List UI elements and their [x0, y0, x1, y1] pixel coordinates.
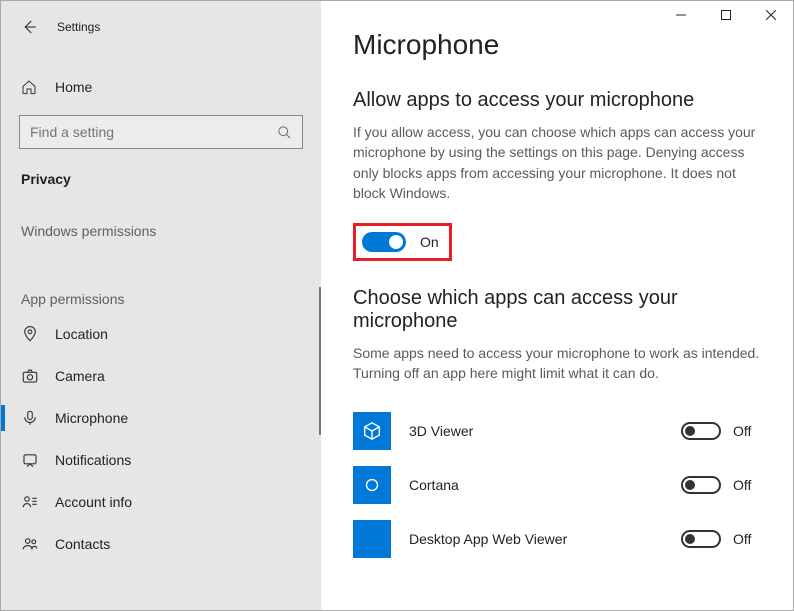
master-toggle[interactable] [362, 232, 406, 252]
contacts-icon [21, 535, 39, 553]
sidebar-group-windows-permissions: Windows permissions [1, 205, 321, 245]
close-button[interactable] [748, 1, 793, 29]
app-icon-3d-viewer [353, 412, 391, 450]
master-toggle-label: On [420, 234, 439, 250]
microphone-icon [21, 409, 39, 427]
app-toggle-label: Off [733, 531, 761, 547]
minimize-button[interactable] [658, 1, 703, 29]
search-input-container[interactable] [19, 115, 303, 149]
sidebar-item-location[interactable]: Location [1, 313, 321, 355]
sidebar-item-label: Location [55, 326, 108, 342]
app-icon-desktop-app-web-viewer [353, 520, 391, 558]
maximize-button[interactable] [703, 1, 748, 29]
search-input[interactable] [30, 124, 277, 140]
app-icon-cortana [353, 466, 391, 504]
app-toggle[interactable] [681, 476, 721, 494]
app-toggle-label: Off [733, 477, 761, 493]
main-content: Microphone Allow apps to access your mic… [321, 1, 793, 610]
allow-heading: Allow apps to access your microphone [353, 89, 761, 112]
sidebar-item-camera[interactable]: Camera [1, 355, 321, 397]
app-row-desktop-app-web-viewer: Desktop App Web Viewer Off [353, 512, 761, 566]
app-name: Desktop App Web Viewer [409, 531, 681, 547]
sidebar-item-label: Contacts [55, 536, 110, 552]
app-toggle-label: Off [733, 423, 761, 439]
allow-description: If you allow access, you can choose whic… [353, 122, 761, 203]
app-name: 3D Viewer [409, 423, 681, 439]
sidebar-item-label: Notifications [55, 452, 131, 468]
app-toggle[interactable] [681, 422, 721, 440]
sidebar-item-label: Account info [55, 494, 132, 510]
sidebar-item-account-info[interactable]: Account info [1, 481, 321, 523]
account-info-icon [21, 493, 39, 511]
highlight-box: On [353, 223, 452, 261]
search-icon [277, 125, 292, 140]
sidebar-item-label: Microphone [55, 410, 128, 426]
home-icon [21, 79, 37, 95]
sidebar-section: Privacy [1, 159, 321, 205]
sidebar-item-microphone[interactable]: Microphone [1, 397, 321, 439]
app-toggle[interactable] [681, 530, 721, 548]
sidebar-home-label: Home [55, 79, 92, 95]
sidebar-item-notifications[interactable]: Notifications [1, 439, 321, 481]
choose-description: Some apps need to access your microphone… [353, 343, 761, 384]
choose-heading: Choose which apps can access your microp… [353, 287, 761, 333]
window-title: Settings [57, 20, 100, 34]
sidebar-group-app-permissions: App permissions [1, 273, 321, 313]
sidebar-home[interactable]: Home [1, 69, 321, 105]
page-title: Microphone [353, 29, 761, 61]
location-icon [21, 325, 39, 343]
sidebar: Settings Home Privacy Windows permission… [1, 1, 321, 610]
notifications-icon [21, 451, 39, 469]
sidebar-item-contacts[interactable]: Contacts [1, 523, 321, 565]
camera-icon [21, 367, 39, 385]
app-name: Cortana [409, 477, 681, 493]
app-row-cortana: Cortana Off [353, 458, 761, 512]
app-row-3d-viewer: 3D Viewer Off [353, 404, 761, 458]
back-button[interactable] [11, 9, 47, 45]
sidebar-item-label: Camera [55, 368, 105, 384]
